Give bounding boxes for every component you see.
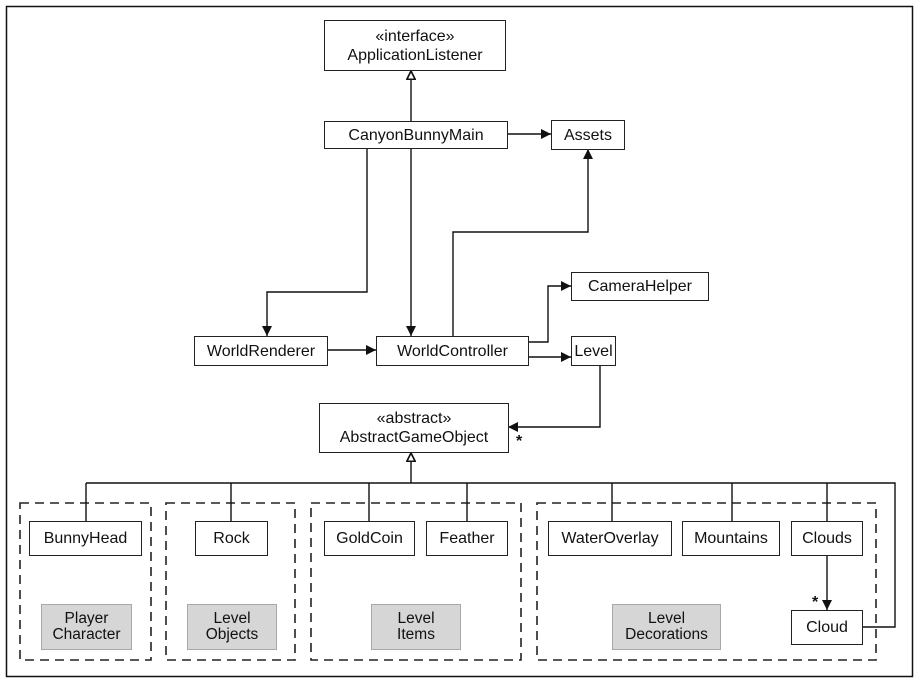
class-assets[interactable]: Assets — [551, 120, 625, 150]
class-world-controller[interactable]: WorldController — [376, 336, 529, 366]
edge-main-to-worldrenderer — [262, 148, 368, 336]
class-gold-coin[interactable]: GoldCoin — [324, 521, 415, 556]
group-label-line: Character — [52, 626, 121, 643]
group-label-line: Decorations — [625, 626, 708, 643]
class-level[interactable]: Level — [571, 336, 616, 366]
class-name: Clouds — [802, 530, 852, 547]
class-name: GoldCoin — [336, 530, 403, 547]
class-water-overlay[interactable]: WaterOverlay — [548, 521, 672, 556]
class-bunny-head[interactable]: BunnyHead — [29, 521, 142, 556]
multiplicity-level-abstract: * — [516, 433, 523, 450]
class-name: BunnyHead — [43, 530, 128, 547]
group-label-line: Level — [397, 610, 435, 627]
class-name: CanyonBunnyMain — [348, 126, 484, 144]
class-feather[interactable]: Feather — [426, 521, 508, 556]
class-name: Rock — [213, 530, 250, 547]
class-clouds[interactable]: Clouds — [791, 521, 863, 556]
class-canyon-bunny-main[interactable]: CanyonBunnyMain — [324, 121, 508, 149]
edge-level-to-abstractgameobject — [508, 365, 601, 432]
stereotype-interface: «interface» — [375, 27, 455, 45]
class-cloud[interactable]: Cloud — [791, 610, 863, 645]
class-abstract-game-object[interactable]: «abstract» AbstractGameObject — [319, 403, 509, 453]
multiplicity-clouds-cloud: * — [812, 594, 819, 611]
class-name: WorldRenderer — [206, 342, 316, 360]
group-label-line: Level — [647, 610, 686, 627]
class-name: ApplicationListener — [347, 46, 483, 64]
class-name: Assets — [563, 126, 612, 144]
class-name: WorldController — [397, 342, 508, 360]
class-mountains[interactable]: Mountains — [682, 521, 780, 556]
group-label-line: Objects — [205, 626, 259, 643]
group-label-level-decorations: Level Decorations — [612, 604, 721, 650]
group-label-line: Items — [397, 626, 435, 643]
class-rock[interactable]: Rock — [195, 521, 268, 556]
edge-worldcontroller-to-assets — [452, 149, 593, 336]
class-name: Cloud — [806, 619, 848, 636]
class-name: WaterOverlay — [561, 530, 659, 547]
group-label-player-character: Player Character — [41, 604, 132, 650]
group-label-line: Player — [64, 610, 109, 627]
class-name: Level — [574, 342, 613, 360]
group-label-line: Level — [213, 610, 251, 627]
class-name: CameraHelper — [587, 278, 693, 295]
class-name: Feather — [439, 530, 495, 547]
stereotype-abstract: «abstract» — [376, 410, 452, 427]
edge-worldcontroller-to-camerahelper — [528, 281, 571, 343]
class-application-listener[interactable]: «interface» ApplicationListener — [324, 20, 506, 71]
class-world-renderer[interactable]: WorldRenderer — [194, 336, 328, 366]
group-label-level-objects: Level Objects — [187, 604, 277, 650]
class-name: Mountains — [694, 530, 768, 547]
class-camera-helper[interactable]: CameraHelper — [571, 272, 709, 301]
class-name: AbstractGameObject — [339, 429, 489, 446]
group-label-level-items: Level Items — [371, 604, 461, 650]
